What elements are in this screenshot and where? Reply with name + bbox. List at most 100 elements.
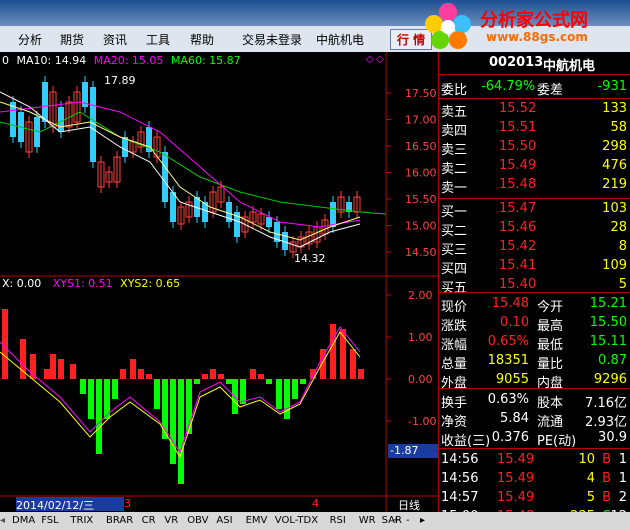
sell-label: 卖二 xyxy=(441,162,468,177)
stat-label-2: 最低 xyxy=(537,338,564,353)
ma60-label: MA60: 15.87 xyxy=(170,54,241,67)
candle-down xyxy=(266,217,272,227)
osc-bar xyxy=(50,354,56,379)
candle-down xyxy=(58,107,64,132)
osc-bar xyxy=(130,359,136,379)
candle-down xyxy=(170,192,176,222)
buy-price: 15.46 xyxy=(499,220,537,235)
quote-row: 卖二 15.49 476 xyxy=(439,157,630,177)
chart-panel[interactable]: 17.50 17.00 16.50 16.00 15.50 15.00 14.50 2.00… xyxy=(0,52,438,512)
fin-label-2: 流通 xyxy=(537,415,564,430)
osc-bar xyxy=(350,349,356,379)
stat-label-2: 今开 xyxy=(537,300,564,315)
tab-scroll-right-icon[interactable]: ▸ xyxy=(420,515,425,526)
tab-fsl[interactable]: FSL xyxy=(41,515,59,526)
zoom-out-button[interactable]: - xyxy=(406,515,410,526)
zoom-in-button[interactable]: + xyxy=(392,515,400,526)
buy-label: 买一 xyxy=(441,205,468,220)
menu-tools[interactable]: 工具 xyxy=(146,31,170,48)
ma10-line xyxy=(0,101,361,241)
trade-login[interactable]: 交易未登录 xyxy=(242,31,302,48)
menu-news[interactable]: 资讯 xyxy=(103,31,127,48)
quote-row: 换手 0.63% 股本 7.16亿 xyxy=(439,391,630,411)
stock-name-menu: 中航机电 xyxy=(316,33,365,47)
stock-header: 002013 中航机电 xyxy=(439,54,630,74)
trade-side: B xyxy=(602,490,611,505)
buy-volume: 28 xyxy=(610,220,627,235)
stat-label-2: 量比 xyxy=(537,357,564,372)
trade-side: B xyxy=(602,452,611,467)
sell-price: 15.52 xyxy=(499,101,537,116)
stat-value: 18351 xyxy=(487,353,529,368)
tab-vol-tdx[interactable]: VOL-TDX xyxy=(275,515,318,526)
sell-volume: 298 xyxy=(602,139,627,154)
tab-scroll-left-icon[interactable]: ◂ xyxy=(0,515,5,526)
tab-brar[interactable]: BRAR xyxy=(106,515,133,526)
stat-value-2: 15.50 xyxy=(589,315,627,330)
osc-bar xyxy=(300,379,306,384)
y-tick-bot: 1.00 xyxy=(408,331,433,344)
menu-help[interactable]: 帮助 xyxy=(190,31,214,48)
quote-row: 现价 15.48 今开 15.21 xyxy=(439,295,630,315)
trade-count: 2 xyxy=(618,490,627,505)
ma60-line xyxy=(0,111,387,215)
tab-cr[interactable]: CR xyxy=(142,515,156,526)
stock-name: 中航机电 xyxy=(543,59,596,74)
buy-price: 15.40 xyxy=(499,277,537,292)
sell-volume: 219 xyxy=(602,177,627,192)
tab-obv[interactable]: OBV xyxy=(187,515,208,526)
stat-label: 涨幅 xyxy=(441,338,468,353)
quote-row: 买二 15.46 28 xyxy=(439,219,630,239)
tab-vr[interactable]: VR xyxy=(164,515,178,526)
sell-price: 15.50 xyxy=(499,139,537,154)
menu-analysis[interactable]: 分析 xyxy=(18,31,42,48)
tab-trix[interactable]: TRIX xyxy=(70,515,93,526)
x-label-3: 3 xyxy=(124,497,131,510)
sell-label: 卖五 xyxy=(441,105,468,120)
trade-price: 15.49 xyxy=(497,490,535,505)
trade-count: 1 xyxy=(618,452,627,467)
osc-bar xyxy=(2,309,8,379)
trade-time: 14:56 xyxy=(441,471,479,486)
osc-bar xyxy=(292,379,298,399)
tab-rsi[interactable]: RSI xyxy=(330,515,346,526)
title-bar: 分析 期货 资讯 工具 帮助 交易未登录 中航机电 行 情 分析家公式网 www… xyxy=(0,0,630,52)
stock-code: 002013 xyxy=(489,55,544,70)
fin-label: 净资 xyxy=(441,415,468,430)
trade-price: 15.49 xyxy=(497,452,535,467)
osc-bar xyxy=(194,379,200,384)
quote-row: 净资 5.84 流通 2.93亿 xyxy=(439,410,630,430)
quote-row: 卖一 15.48 219 xyxy=(439,176,630,196)
sell-volume: 58 xyxy=(610,120,627,135)
sell-volume: 133 xyxy=(602,101,627,116)
fin-label: 收益(三) xyxy=(441,434,491,449)
osc-bar xyxy=(112,379,118,399)
y-tick-top: 16.00 xyxy=(405,167,437,180)
tab-dma[interactable]: DMA xyxy=(12,515,35,526)
y-tick-top: 14.50 xyxy=(405,246,437,259)
ma-legend: 0 MA10: 14.94 MA20: 15.05 MA60: 15.87 xyxy=(2,54,241,67)
tab-asi[interactable]: ASI xyxy=(216,515,232,526)
osc-bar xyxy=(70,364,76,379)
buy-price: 15.42 xyxy=(499,239,537,254)
current-value-box: -1.87 xyxy=(388,444,438,458)
osc-bar xyxy=(226,379,232,384)
flower-logo-icon xyxy=(425,3,471,49)
quote-row: 14:57 15.49 5 B 2 xyxy=(439,489,630,508)
quote-row: 涨跌 0.10 最高 15.50 xyxy=(439,314,630,334)
fin-label-2: 股本 xyxy=(537,396,564,411)
trade-time: 14:56 xyxy=(441,452,479,467)
fin-label-2: PE(动) xyxy=(537,434,577,449)
logo-url: www.88gs.com xyxy=(486,30,588,44)
date-label: 2014/02/12/三 xyxy=(16,497,124,512)
logo-name: 分析家公式网 xyxy=(480,10,588,31)
menu-futures[interactable]: 期货 xyxy=(60,31,84,48)
y-tick-bot: 0.00 xyxy=(408,373,433,386)
period-label[interactable]: 日线 xyxy=(398,497,420,513)
tab-emv[interactable]: EMV xyxy=(246,515,268,526)
osc-x-label: X: 0.00 xyxy=(2,277,42,290)
fin-value-2: 7.16亿 xyxy=(585,396,627,411)
osc-bar xyxy=(30,354,36,379)
osc-bar xyxy=(258,374,264,379)
tab-wr[interactable]: WR xyxy=(359,515,376,526)
